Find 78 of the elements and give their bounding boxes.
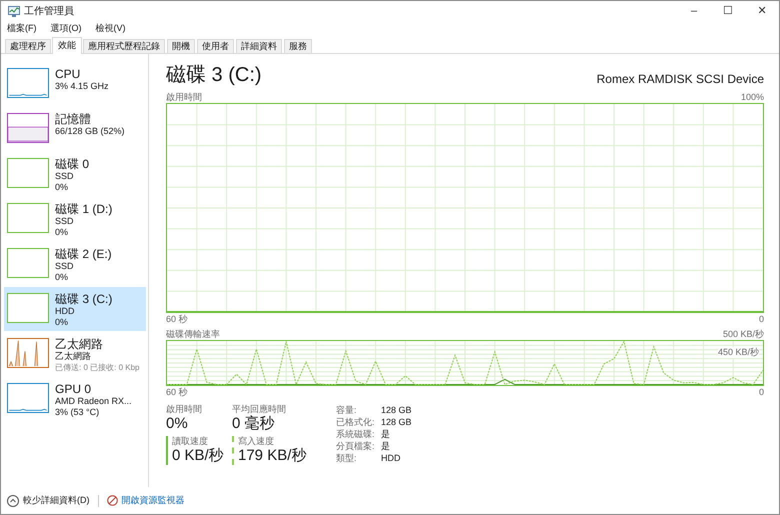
close-button[interactable]: ✕ bbox=[745, 1, 779, 21]
y-max-label: 100% bbox=[740, 91, 764, 103]
stat-label: 讀取速度 bbox=[172, 436, 208, 447]
chevron-up-icon bbox=[7, 494, 19, 506]
stat-value: 0 毫秒 bbox=[232, 415, 276, 433]
property-value: 128 GB bbox=[381, 416, 412, 428]
stat-label: 平均回應時間 bbox=[232, 404, 287, 415]
sidebar-item[interactable]: 乙太網路 乙太網路 已傳送: 0 已接收: 0 Kbp bbox=[4, 332, 146, 376]
y-min-label: 0 bbox=[758, 313, 764, 325]
item-detail: SSD bbox=[55, 261, 75, 272]
item-detail: 0% bbox=[55, 272, 70, 283]
monitor-icon bbox=[106, 495, 118, 506]
menu-item[interactable]: 選項(O) bbox=[50, 22, 82, 36]
tab[interactable]: 詳細資料 bbox=[236, 39, 282, 53]
window-title: 工作管理員 bbox=[24, 4, 74, 18]
item-detail: 3% (53 °C) bbox=[55, 407, 100, 418]
y-min-label: 0 bbox=[758, 386, 764, 398]
minimize-button[interactable]: – bbox=[677, 1, 711, 21]
item-detail: 乙太網路 bbox=[55, 351, 92, 362]
tab[interactable]: 效能 bbox=[52, 37, 82, 54]
property-label: 類型: bbox=[336, 452, 358, 464]
item-detail: 0% bbox=[55, 227, 70, 238]
item-title: 磁碟 3 (C:) bbox=[55, 292, 112, 306]
sidebar-item[interactable]: 磁碟 3 (C:) HDD 0% bbox=[4, 287, 146, 331]
item-detail: HDD bbox=[55, 306, 76, 317]
property-value: 是 bbox=[381, 428, 390, 440]
fewer-details-button[interactable]: 較少詳細資料(D) bbox=[7, 494, 90, 508]
item-detail: 已傳送: 0 已接收: 0 Kbp bbox=[55, 362, 140, 373]
property-value: HDD bbox=[381, 452, 400, 464]
sidebar-item[interactable]: GPU 0 AMD Radeon RX... 3% (53 °C) bbox=[4, 377, 146, 421]
menu-item[interactable]: 檔案(F) bbox=[7, 22, 36, 36]
sidebar-item[interactable]: 記憶體 66/128 GB (52%) bbox=[4, 107, 146, 151]
app-icon bbox=[8, 6, 20, 16]
sidebar-item[interactable]: 磁碟 1 (D:) SSD 0% bbox=[4, 197, 146, 241]
item-title: 乙太網路 bbox=[55, 337, 104, 351]
menu-item[interactable]: 檢視(V) bbox=[96, 22, 126, 36]
property-value: 是 bbox=[381, 440, 390, 452]
tab[interactable]: 服務 bbox=[284, 39, 312, 53]
chart-title: 啟用時間 bbox=[166, 91, 202, 103]
sidebar-item[interactable]: 磁碟 0 SSD 0% bbox=[4, 152, 146, 196]
item-detail: AMD Radeon RX... bbox=[55, 396, 132, 407]
item-title: GPU 0 bbox=[55, 382, 92, 396]
item-detail: SSD bbox=[55, 171, 75, 182]
property-value: 128 GB bbox=[381, 404, 412, 416]
sidebar-item[interactable]: 磁碟 2 (E:) SSD 0% bbox=[4, 242, 146, 286]
item-title: CPU bbox=[55, 67, 82, 81]
time-span-label: 60 秒 bbox=[166, 313, 188, 325]
property-label: 分頁檔案: bbox=[336, 440, 376, 452]
item-detail: 66/128 GB (52%) bbox=[55, 126, 125, 137]
stat-value: 0% bbox=[166, 415, 189, 433]
item-detail: 0% bbox=[55, 182, 70, 193]
chart-title: 磁碟傳輸速率 bbox=[166, 328, 220, 340]
stat-label: 啟用時間 bbox=[166, 404, 203, 415]
item-title: 記憶體 bbox=[55, 112, 92, 126]
stat-value: 179 KB/秒 bbox=[238, 447, 308, 465]
tab[interactable]: 應用程式歷程記錄 bbox=[83, 39, 165, 53]
y-max-label: 500 KB/秒 bbox=[722, 328, 764, 340]
item-title: 磁碟 1 (D:) bbox=[55, 202, 112, 216]
tab[interactable]: 處理程序 bbox=[5, 39, 51, 53]
item-title: 磁碟 0 bbox=[55, 157, 90, 171]
item-title: 磁碟 2 (E:) bbox=[55, 247, 112, 261]
time-span-label: 60 秒 bbox=[166, 386, 188, 398]
item-detail: SSD bbox=[55, 216, 75, 227]
tab[interactable]: 使用者 bbox=[197, 39, 234, 53]
maximize-button[interactable]: ☐ bbox=[711, 1, 745, 21]
stat-value: 0 KB/秒 bbox=[172, 447, 225, 465]
scale-label: 450 KB/秒 bbox=[718, 347, 759, 358]
item-detail: 3% 4.15 GHz bbox=[55, 81, 109, 92]
tab[interactable]: 開機 bbox=[167, 39, 195, 53]
sidebar-item[interactable]: CPU 3% 4.15 GHz bbox=[4, 62, 146, 106]
property-label: 已格式化: bbox=[336, 416, 376, 428]
disk-title: 磁碟 3 (C:) bbox=[166, 63, 262, 87]
stat-label: 寫入速度 bbox=[238, 436, 275, 447]
device-name: Romex RAMDISK SCSI Device bbox=[596, 71, 764, 87]
resource-monitor-link[interactable]: 開啟資源監視器 bbox=[106, 494, 184, 508]
item-detail: 0% bbox=[55, 317, 70, 328]
property-label: 容量: bbox=[336, 404, 358, 416]
property-label: 系統磁碟: bbox=[336, 428, 376, 440]
